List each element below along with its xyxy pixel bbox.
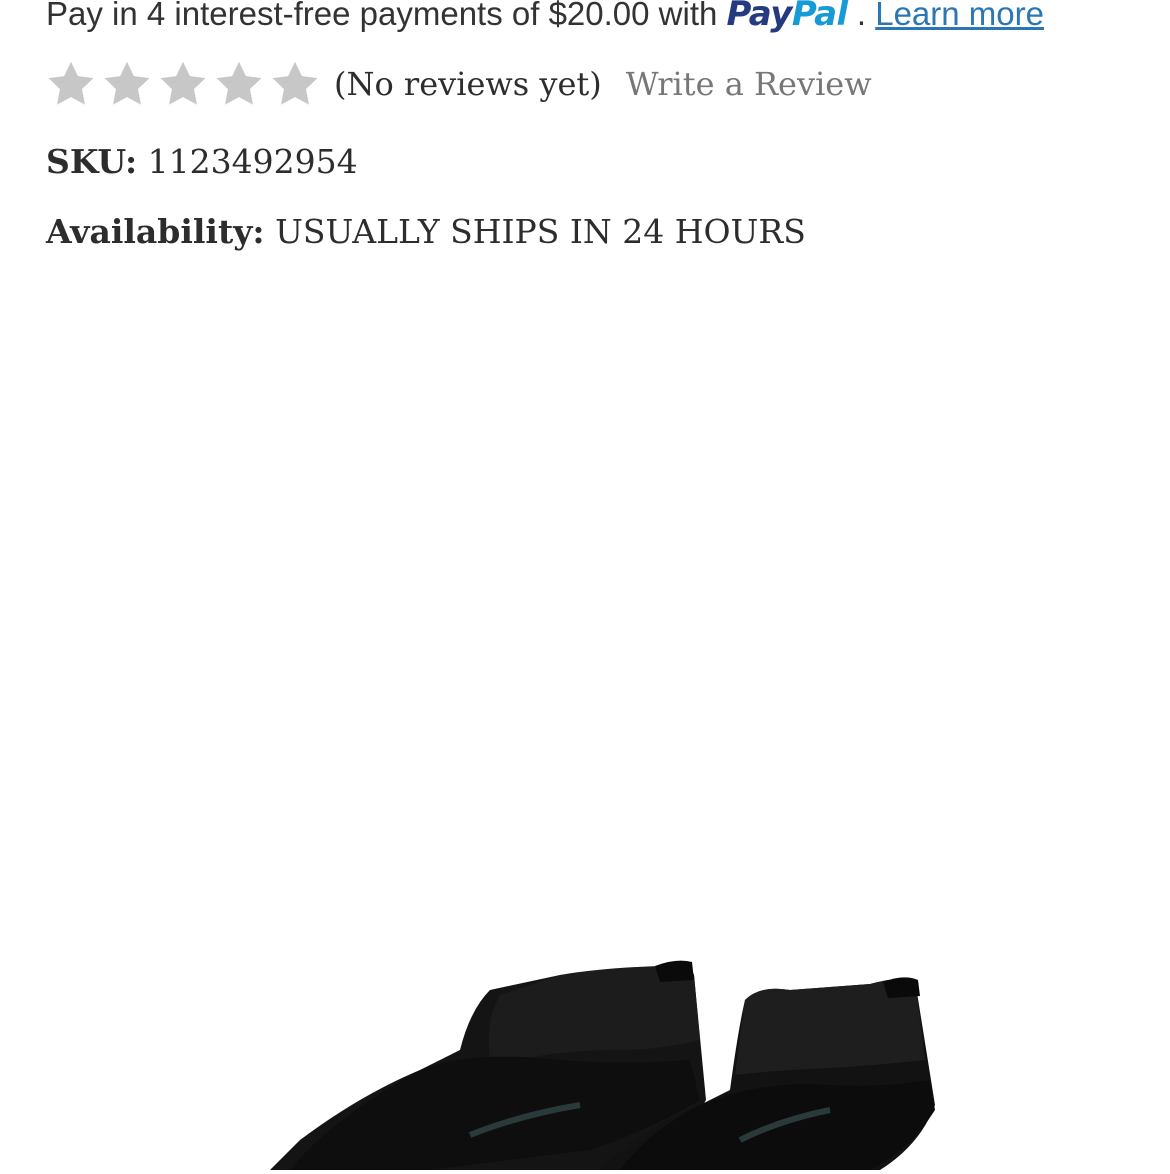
- availability-label: Availability:: [46, 212, 265, 251]
- star-icon: [270, 60, 320, 108]
- write-review-link[interactable]: Write a Review: [626, 65, 872, 103]
- paypal-logo: PayPal: [726, 0, 849, 34]
- review-count: (No reviews yet): [334, 65, 602, 103]
- star-icon: [214, 60, 264, 108]
- star-rating: [46, 60, 320, 108]
- product-image[interactable]: [0, 900, 1170, 1170]
- star-icon: [46, 60, 96, 108]
- soccer-boots-icon: [270, 960, 935, 1170]
- availability-value: USUALLY SHIPS IN 24 HOURS: [275, 212, 806, 251]
- rating-row: (No reviews yet) Write a Review: [46, 58, 872, 110]
- sku-label: SKU:: [46, 142, 138, 181]
- availability-row: Availability: USUALLY SHIPS IN 24 HOURS: [46, 212, 806, 251]
- learn-more-link[interactable]: Learn more: [875, 0, 1044, 32]
- star-icon: [102, 60, 152, 108]
- sku-row: SKU: 1123492954: [46, 142, 358, 181]
- star-icon: [158, 60, 208, 108]
- paypal-separator: .: [856, 0, 867, 32]
- sku-value: 1123492954: [147, 142, 358, 181]
- paypal-installment-message: Pay in 4 interest-free payments of $20.0…: [46, 0, 1126, 38]
- paypal-message-text: Pay in 4 interest-free payments of $20.0…: [46, 0, 718, 32]
